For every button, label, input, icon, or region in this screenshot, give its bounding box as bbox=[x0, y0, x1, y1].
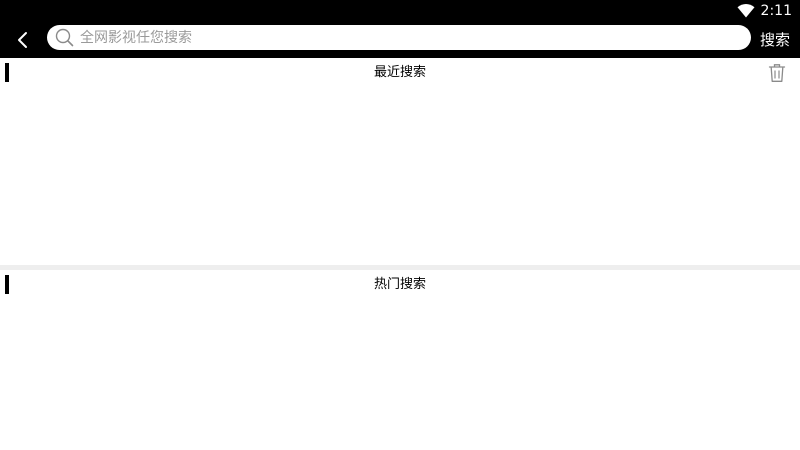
wifi-icon bbox=[737, 4, 755, 18]
search-icon bbox=[55, 28, 74, 47]
status-icons: 2:11 bbox=[737, 2, 792, 20]
search-screen: 2:11 搜索 最近搜索 热门搜索 bbox=[0, 0, 800, 450]
search-input[interactable] bbox=[80, 25, 730, 50]
recent-search-section: 最近搜索 bbox=[0, 58, 800, 265]
hot-search-section: 热门搜索 bbox=[0, 270, 800, 450]
chevron-left-icon bbox=[18, 32, 27, 48]
hot-search-title: 热门搜索 bbox=[373, 277, 426, 292]
trash-icon[interactable] bbox=[768, 63, 786, 83]
status-time: 2:11 bbox=[760, 3, 792, 19]
search-button[interactable]: 搜索 bbox=[760, 27, 790, 53]
search-box[interactable] bbox=[47, 25, 751, 50]
search-header: 搜索 bbox=[0, 22, 800, 58]
back-button[interactable] bbox=[10, 27, 36, 53]
status-bar: 2:11 bbox=[0, 0, 800, 22]
recent-search-title: 最近搜索 bbox=[373, 65, 426, 80]
